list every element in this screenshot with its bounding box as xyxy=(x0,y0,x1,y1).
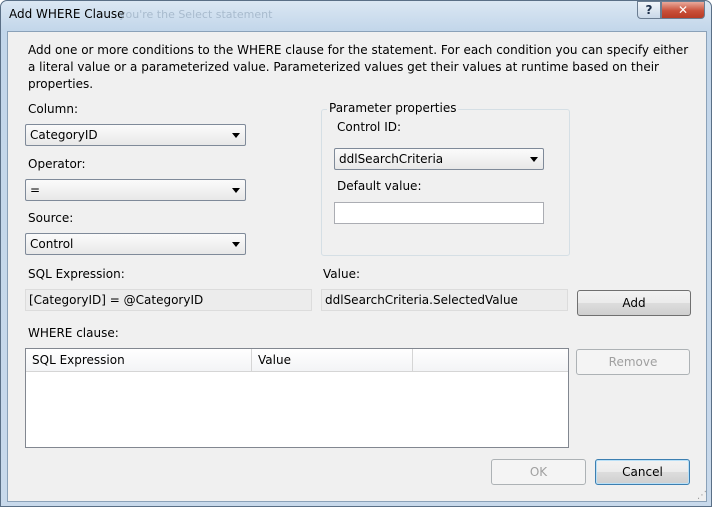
title-bar[interactable]: Add WHERE Clause you're the Select state… xyxy=(1,1,711,29)
operator-dropdown[interactable]: = xyxy=(25,179,246,201)
default-value-label: Default value: xyxy=(337,179,422,193)
column-dropdown[interactable]: CategoryID xyxy=(25,124,246,146)
dialog-body: Add one or more conditions to the WHERE … xyxy=(7,31,707,502)
source-dropdown[interactable]: Control xyxy=(25,233,246,255)
operator-value: = xyxy=(30,183,41,197)
source-value: Control xyxy=(30,237,74,251)
column-header-label: Value xyxy=(258,353,291,367)
chevron-down-icon xyxy=(530,157,538,162)
default-value-input[interactable] xyxy=(334,202,544,224)
chevron-down-icon xyxy=(232,188,240,193)
dialog-description: Add one or more conditions to the WHERE … xyxy=(28,43,689,91)
ok-button[interactable]: OK xyxy=(491,459,586,485)
control-id-value: ddlSearchCriteria xyxy=(339,152,444,166)
where-clause-list[interactable]: SQL Expression Value xyxy=(25,348,569,448)
close-button[interactable]: ✕ xyxy=(661,1,705,19)
remove-button-label: Remove xyxy=(608,355,658,369)
cancel-button-label: Cancel xyxy=(622,465,663,479)
close-icon: ✕ xyxy=(677,3,689,17)
operator-label: Operator: xyxy=(28,157,86,171)
add-button[interactable]: Add xyxy=(577,290,691,316)
column-label: Column: xyxy=(28,102,78,116)
where-clause-label: WHERE clause: xyxy=(28,326,119,340)
sql-expression-field: [CategoryID] = @CategoryID xyxy=(25,289,312,311)
dialog-window: Add WHERE Clause you're the Select state… xyxy=(0,0,712,507)
column-value: CategoryID xyxy=(30,128,98,142)
background-window-title: you're the Select statement xyxy=(119,8,273,21)
sql-expression-label: SQL Expression: xyxy=(28,267,125,281)
resize-grip-icon[interactable]: ⋰ xyxy=(697,491,707,501)
help-button[interactable]: ? xyxy=(637,1,661,19)
value-field: ddlSearchCriteria.SelectedValue xyxy=(321,289,568,311)
column-header-value[interactable]: Value xyxy=(252,349,413,371)
where-clause-header: SQL Expression Value xyxy=(26,349,568,372)
chevron-down-icon xyxy=(232,133,240,138)
ok-button-label: OK xyxy=(529,465,548,479)
window-title: Add WHERE Clause xyxy=(9,7,125,21)
column-header-label: SQL Expression xyxy=(32,353,125,367)
column-header-sql-expression[interactable]: SQL Expression xyxy=(26,349,252,371)
cancel-button[interactable]: Cancel xyxy=(595,459,690,485)
value-label: Value: xyxy=(323,267,360,281)
parameter-properties-label: Parameter properties xyxy=(327,101,459,115)
sql-expression-value: [CategoryID] = @CategoryID xyxy=(29,293,204,307)
add-button-label: Add xyxy=(622,296,646,310)
value-field-value: ddlSearchCriteria.SelectedValue xyxy=(325,293,518,307)
source-label: Source: xyxy=(28,211,74,225)
column-header-empty xyxy=(413,349,568,371)
control-id-label: Control ID: xyxy=(337,120,402,134)
control-id-dropdown[interactable]: ddlSearchCriteria xyxy=(334,148,544,170)
remove-button[interactable]: Remove xyxy=(576,349,690,375)
chevron-down-icon xyxy=(232,242,240,247)
help-icon: ? xyxy=(645,3,653,17)
